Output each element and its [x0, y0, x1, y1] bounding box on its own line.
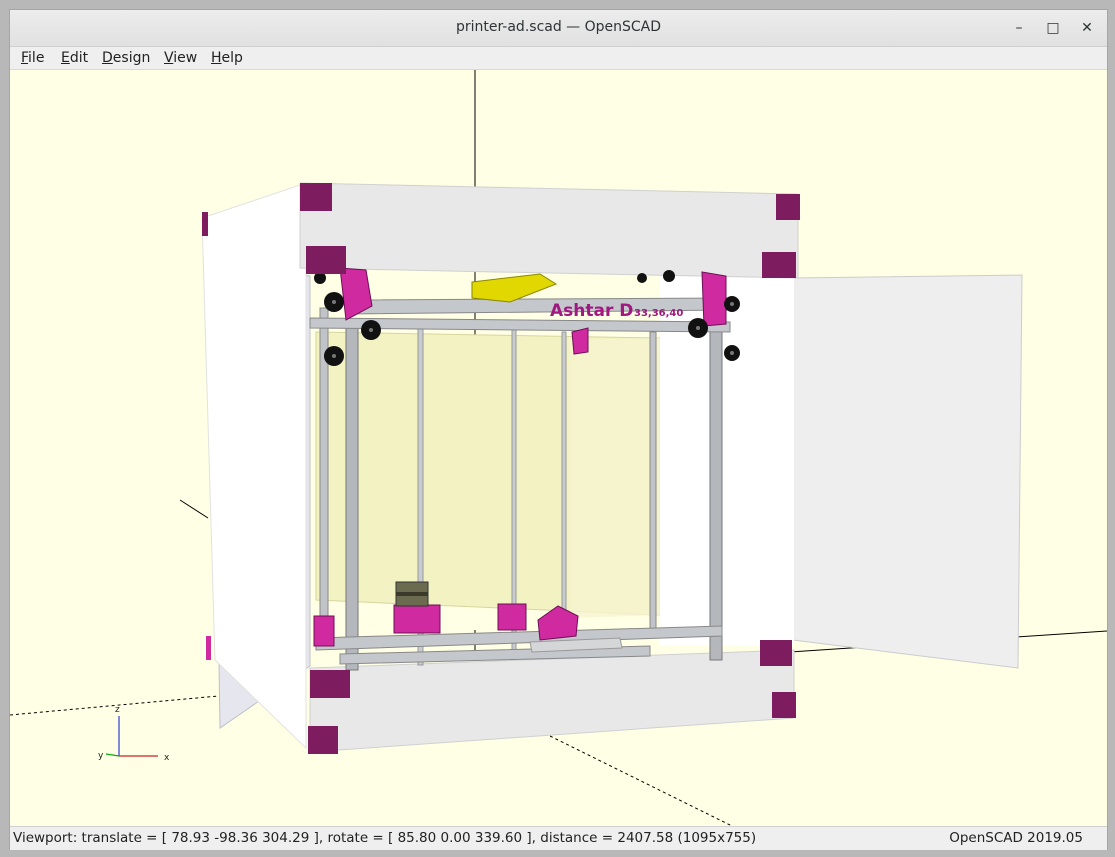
menu-edit-accel: E	[61, 50, 70, 66]
axis-label-z: z	[115, 705, 120, 715]
menu-design[interactable]: Design	[102, 50, 150, 66]
3d-viewport[interactable]: Ashtar D 33,36,40 z x y	[10, 70, 1107, 826]
axis-label-y: y	[98, 751, 104, 761]
close-button[interactable]: ✕	[1074, 16, 1100, 40]
menu-edit[interactable]: Edit	[61, 50, 88, 66]
axis-gizmo: z x y	[98, 705, 170, 763]
right-door-panel	[792, 274, 1023, 669]
minimize-button[interactable]: –	[1006, 16, 1032, 40]
status-bar: Viewport: translate = [ 78.93 -98.36 304…	[10, 826, 1107, 850]
menu-design-label: esign	[112, 50, 151, 66]
menu-bar: File Edit Design View Help	[10, 47, 1107, 70]
menu-edit-label: dit	[69, 50, 89, 66]
menu-help[interactable]: Help	[211, 50, 243, 66]
version-text: OpenSCAD 2019.05	[949, 830, 1083, 846]
window-title: printer-ad.scad — OpenSCAD	[455, 19, 662, 35]
menu-help-accel: H	[211, 50, 222, 66]
maximize-button[interactable]: □	[1040, 16, 1066, 40]
menu-design-accel: D	[102, 50, 113, 66]
menu-view-accel: V	[164, 50, 174, 66]
menu-file-label: ile	[28, 50, 45, 66]
viewport-status-text: Viewport: translate = [ 78.93 -98.36 304…	[13, 830, 757, 846]
menu-file-accel: F	[21, 50, 29, 66]
hotend-carriage	[471, 273, 558, 303]
title-bar[interactable]: printer-ad.scad — OpenSCAD – □ ✕	[10, 10, 1107, 47]
model-label-sub-text: 33,36,40	[634, 308, 683, 319]
stepper-motor	[395, 581, 429, 607]
menu-help-label: elp	[221, 50, 243, 66]
application-window: printer-ad.scad — OpenSCAD – □ ✕ File Ed…	[9, 9, 1108, 850]
menu-file[interactable]: File	[21, 50, 44, 66]
top-front-panel	[299, 182, 799, 279]
menu-view-label: iew	[173, 50, 198, 66]
menu-view[interactable]: View	[164, 50, 197, 66]
model-label-text: Ashtar D	[550, 301, 633, 321]
model-render: Ashtar D 33,36,40 z x y	[10, 70, 1107, 826]
axis-label-x: x	[164, 753, 170, 763]
